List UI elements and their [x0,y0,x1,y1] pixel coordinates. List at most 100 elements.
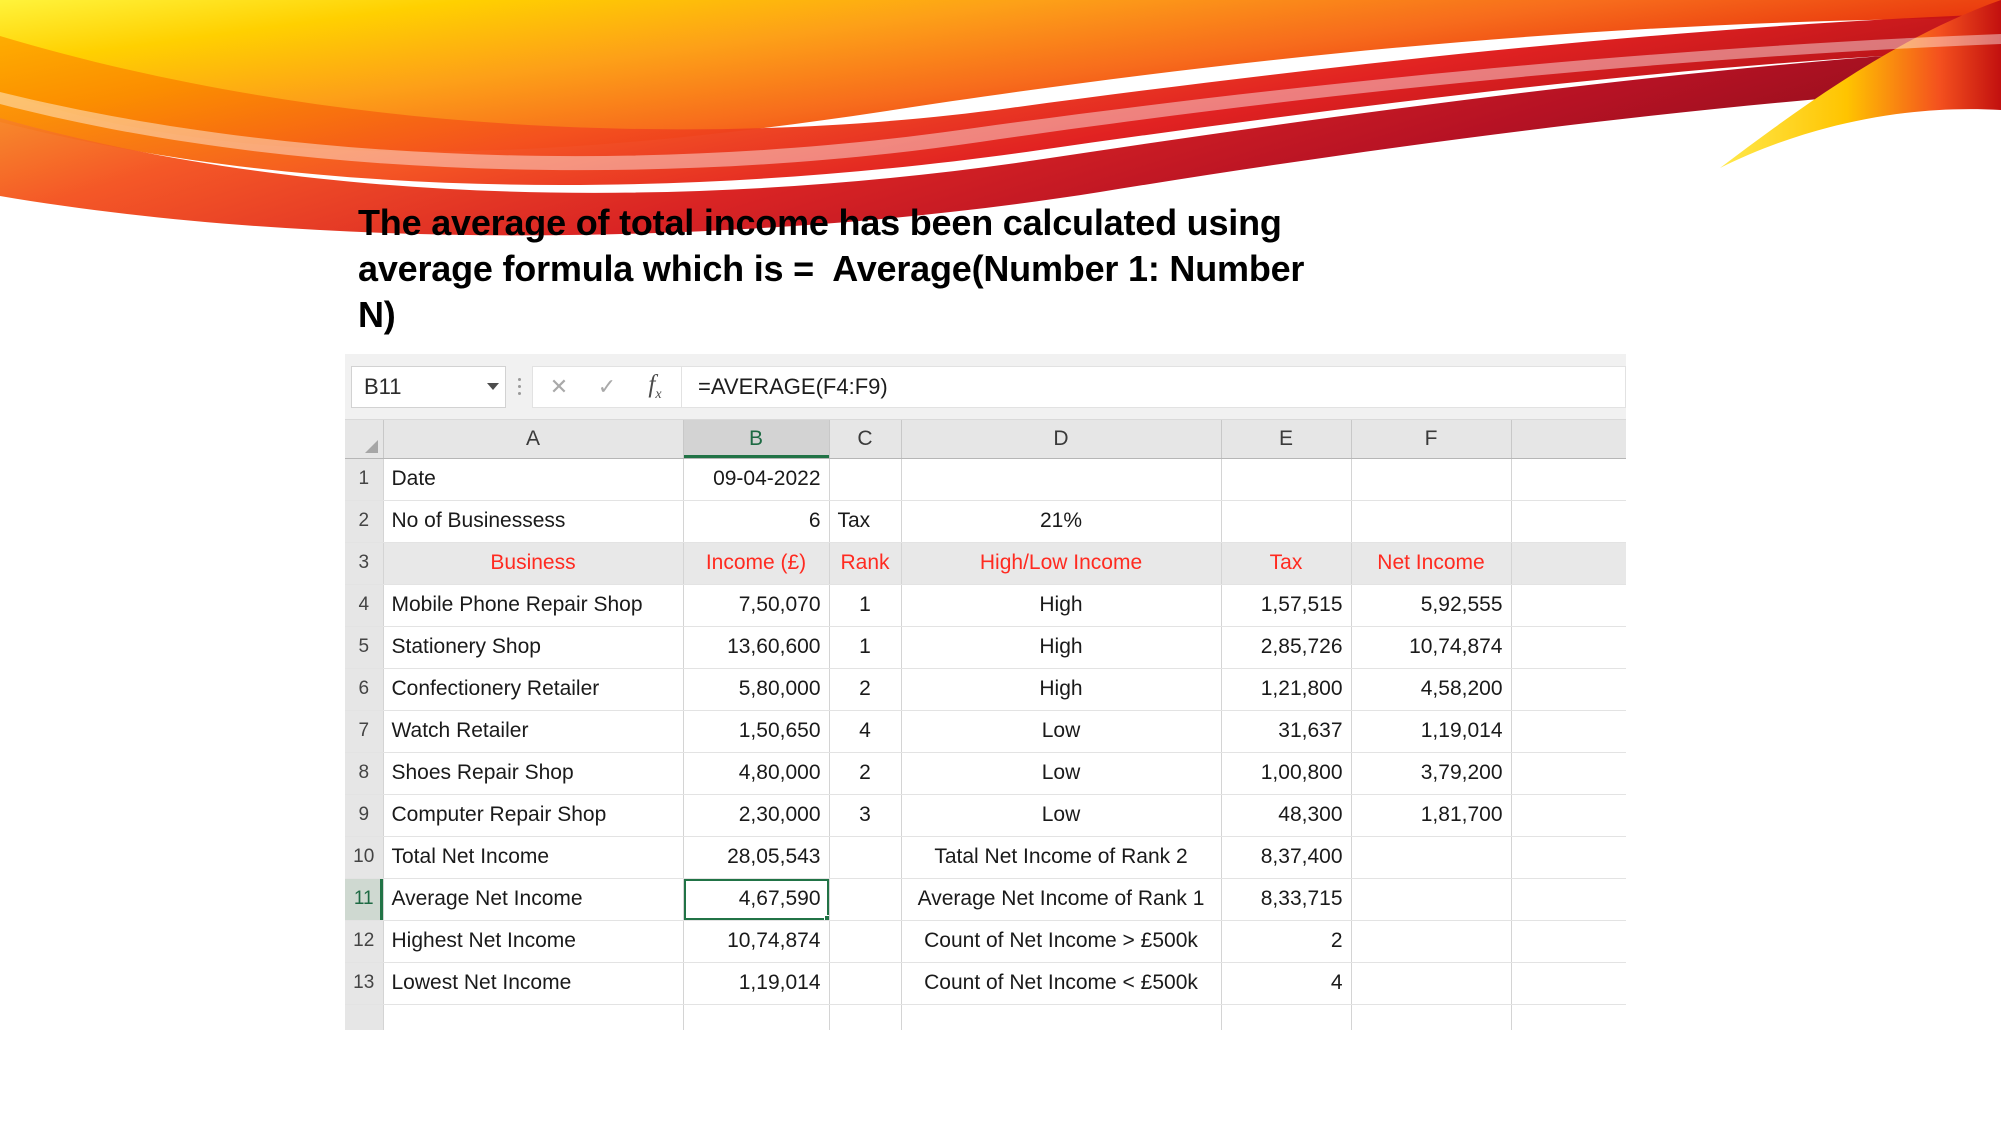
cell-E14[interactable] [1221,1004,1352,1030]
cell-F13[interactable] [1351,962,1512,1005]
cell-D12[interactable]: Count of Net Income > £500k [901,920,1222,963]
cell-A7[interactable]: Watch Retailer [383,710,684,753]
cell-D5[interactable]: High [901,626,1222,669]
fx-icon[interactable]: fx [631,367,679,407]
cell-E5[interactable]: 2,85,726 [1221,626,1352,669]
row-header-6[interactable]: 6 [345,668,384,711]
cell-B4[interactable]: 7,50,070 [683,584,830,627]
cell-B7[interactable]: 1,50,650 [683,710,830,753]
cell-B8[interactable]: 4,80,000 [683,752,830,795]
cell-A5[interactable]: Stationery Shop [383,626,684,669]
cell-F9[interactable]: 1,81,700 [1351,794,1512,837]
cell-A9[interactable]: Computer Repair Shop [383,794,684,837]
row-header-13[interactable]: 13 [345,962,384,1005]
cell-A11[interactable]: Average Net Income [383,878,684,921]
cell-D13[interactable]: Count of Net Income < £500k [901,962,1222,1005]
column-header-b[interactable]: B [683,420,830,459]
cell-A12[interactable]: Highest Net Income [383,920,684,963]
cell-F2[interactable] [1351,500,1512,543]
cell-C2[interactable]: Tax [829,500,902,543]
cell-E12[interactable]: 2 [1221,920,1352,963]
cell-D10[interactable]: Tatal Net Income of Rank 2 [901,836,1222,879]
row-header-1[interactable]: 1 [345,458,384,501]
cell-B11[interactable]: 4,67,590 [683,878,830,921]
row-header-8[interactable]: 8 [345,752,384,795]
cell-E13[interactable]: 4 [1221,962,1352,1005]
cell-E8[interactable]: 1,00,800 [1221,752,1352,795]
cell-F14[interactable] [1351,1004,1512,1030]
cell-B1[interactable]: 09-04-2022 [683,458,830,501]
cell-F6[interactable]: 4,58,200 [1351,668,1512,711]
cell-C7[interactable]: 4 [829,710,902,753]
cell-E6[interactable]: 1,21,800 [1221,668,1352,711]
cell-D14[interactable] [901,1004,1222,1030]
cell-A8[interactable]: Shoes Repair Shop [383,752,684,795]
cell-F11[interactable] [1351,878,1512,921]
cell-F7[interactable]: 1,19,014 [1351,710,1512,753]
cell-D11[interactable]: Average Net Income of Rank 1 [901,878,1222,921]
cell-C9[interactable]: 3 [829,794,902,837]
cell-B13[interactable]: 1,19,014 [683,962,830,1005]
cell-A13[interactable]: Lowest Net Income [383,962,684,1005]
column-header-d[interactable]: D [901,420,1222,459]
cell-C8[interactable]: 2 [829,752,902,795]
cancel-icon[interactable]: ✕ [535,367,583,407]
cell-E9[interactable]: 48,300 [1221,794,1352,837]
cell-C10[interactable] [829,836,902,879]
cell-C4[interactable]: 1 [829,584,902,627]
cell-F4[interactable]: 5,92,555 [1351,584,1512,627]
cell-B3[interactable]: Income (£) [683,542,830,585]
cell-A6[interactable]: Confectionery Retailer [383,668,684,711]
cell-A4[interactable]: Mobile Phone Repair Shop [383,584,684,627]
column-header-a[interactable]: A [383,420,684,459]
column-header-f[interactable]: F [1351,420,1512,459]
row-header-5[interactable]: 5 [345,626,384,669]
cell-B10[interactable]: 28,05,543 [683,836,830,879]
cell-E7[interactable]: 31,637 [1221,710,1352,753]
cell-E2[interactable] [1221,500,1352,543]
cell-D6[interactable]: High [901,668,1222,711]
cell-F3[interactable]: Net Income [1351,542,1512,585]
cell-D9[interactable]: Low [901,794,1222,837]
cell-A14[interactable] [383,1004,684,1030]
cell-B5[interactable]: 13,60,600 [683,626,830,669]
column-header-c[interactable]: C [829,420,902,459]
cell-D7[interactable]: Low [901,710,1222,753]
cell-D4[interactable]: High [901,584,1222,627]
cell-A10[interactable]: Total Net Income [383,836,684,879]
cell-C5[interactable]: 1 [829,626,902,669]
row-header-9[interactable]: 9 [345,794,384,837]
column-header-e[interactable]: E [1221,420,1352,459]
cell-D1[interactable] [901,458,1222,501]
confirm-icon[interactable]: ✓ [583,367,631,407]
cell-B2[interactable]: 6 [683,500,830,543]
row-header-14[interactable] [345,1004,384,1030]
row-header-7[interactable]: 7 [345,710,384,753]
cell-D2[interactable]: 21% [901,500,1222,543]
cell-E3[interactable]: Tax [1221,542,1352,585]
cell-F12[interactable] [1351,920,1512,963]
select-all-corner[interactable] [345,420,384,459]
cell-B14[interactable] [683,1004,830,1030]
cell-A2[interactable]: No of Businessess [383,500,684,543]
row-header-4[interactable]: 4 [345,584,384,627]
cell-C14[interactable] [829,1004,902,1030]
cell-B6[interactable]: 5,80,000 [683,668,830,711]
cell-C1[interactable] [829,458,902,501]
cell-C3[interactable]: Rank [829,542,902,585]
row-header-3[interactable]: 3 [345,542,384,585]
row-header-11[interactable]: 11 [345,878,384,921]
cell-E10[interactable]: 8,37,400 [1221,836,1352,879]
cell-F1[interactable] [1351,458,1512,501]
row-header-10[interactable]: 10 [345,836,384,879]
cell-C6[interactable]: 2 [829,668,902,711]
cell-C11[interactable] [829,878,902,921]
cell-F10[interactable] [1351,836,1512,879]
cell-A3[interactable]: Business [383,542,684,585]
formula-input[interactable]: =AVERAGE(F4:F9) [682,365,1626,408]
name-box[interactable]: B11 [351,365,506,408]
chevron-down-icon[interactable] [487,383,499,390]
cell-A1[interactable]: Date [383,458,684,501]
cell-E1[interactable] [1221,458,1352,501]
cell-D8[interactable]: Low [901,752,1222,795]
